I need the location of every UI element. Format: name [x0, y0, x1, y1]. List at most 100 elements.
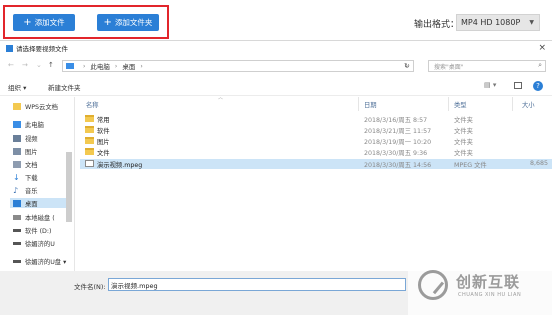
sort-ascending-icon: ︿: [218, 95, 224, 101]
column-header-name[interactable]: 名称: [86, 100, 99, 109]
breadcrumb-desktop[interactable]: 桌面: [122, 61, 135, 71]
file-name: 软件: [97, 128, 110, 135]
search-input[interactable]: 搜索"桌面" ⌕: [428, 60, 546, 72]
add-folder-button[interactable]: + 添加文件夹: [97, 14, 159, 31]
sidebar-item-pictures[interactable]: 图片: [13, 146, 38, 156]
column-header-type[interactable]: 类型: [454, 100, 467, 109]
up-arrow-icon[interactable]: ↑: [48, 61, 54, 69]
close-icon[interactable]: ×: [538, 43, 546, 53]
sidebar-item-music[interactable]: ♪ 音乐: [13, 185, 38, 195]
app-toolbar: + 添加文件 + 添加文件夹 输出格式： MP4 HD 1080P ▼: [0, 0, 552, 40]
sidebar-item-usb-2[interactable]: 徐媚济的U盘 ▾: [13, 256, 66, 266]
table-row[interactable]: 软件 2018/3/21/周三 11:57 文件夹: [80, 125, 552, 135]
download-icon: ↓: [13, 172, 20, 182]
drive-icon: [13, 228, 21, 232]
address-bar[interactable]: › 此电脑 › 桌面 › ⌄: [62, 60, 414, 72]
chevron-right-icon: ›: [140, 62, 143, 70]
chevron-right-icon: ›: [83, 62, 86, 70]
file-type: MPEG 文件: [454, 162, 487, 169]
sidebar-scrollbar[interactable]: [66, 152, 72, 222]
usb-icon: [13, 241, 21, 245]
sidebar-item-label: 软件 (D:): [25, 227, 52, 235]
sidebar-item-label: 文档: [25, 161, 38, 169]
table-row-selected[interactable]: 演示视频.mpeg 2018/3/30/周五 14:56 MPEG 文件 8,6…: [80, 159, 552, 169]
dialog-app-icon: [6, 44, 13, 52]
video-file-icon: [85, 160, 94, 167]
add-folder-label: 添加文件夹: [114, 18, 153, 27]
sidebar-item-software-drive[interactable]: 软件 (D:): [13, 225, 51, 235]
desktop-icon: [13, 199, 21, 207]
table-row[interactable]: 图片 2018/3/19/周一 10:20 文件夹: [80, 136, 552, 146]
usb-icon: [13, 259, 21, 263]
column-divider[interactable]: [358, 97, 359, 111]
sidebar-item-label: 下载: [25, 174, 38, 182]
sidebar-item-usb-1[interactable]: 徐媚济的U: [13, 238, 55, 248]
file-list: ︿ 名称 日期 类型 大小 常用 2018/3/16/周五 8:57 文件夹 软…: [80, 95, 552, 271]
sidebar-item-this-pc[interactable]: 此电脑: [13, 119, 44, 129]
dialog-command-bar: 组织 ▾ 新建文件夹 ▤ ▾ ?: [0, 78, 552, 96]
file-name: 常用: [97, 117, 110, 124]
sidebar-item-label: 视频: [25, 135, 38, 143]
file-name: 图片: [97, 139, 110, 146]
output-format-select[interactable]: MP4 HD 1080P ▼: [456, 14, 540, 31]
folder-icon: [13, 102, 21, 110]
sidebar-item-desktop[interactable]: 桌面: [10, 198, 70, 208]
table-row[interactable]: 常用 2018/3/16/周五 8:57 文件夹: [80, 114, 552, 124]
file-type: 文件夹: [454, 117, 473, 124]
sidebar-item-label: 此电脑: [25, 121, 44, 129]
column-divider[interactable]: [448, 97, 449, 111]
folder-icon: [85, 126, 94, 133]
sidebar-item-label: 图片: [25, 148, 38, 156]
forward-arrow-icon[interactable]: →: [22, 61, 28, 69]
watermark-text: 创新互联: [456, 273, 521, 291]
file-date: 2018/3/16/周五 8:57: [364, 117, 428, 124]
music-icon: ♪: [13, 185, 19, 195]
sidebar-item-label: 桌面: [25, 200, 38, 208]
filename-field[interactable]: 演示视频.mpeg: [108, 278, 406, 291]
dialog-title-bar: 请选择要视频文件 ×: [0, 41, 552, 55]
sidebar-item-videos[interactable]: 视频: [13, 133, 38, 143]
folder-icon: [85, 115, 94, 122]
file-type: 文件夹: [454, 139, 473, 146]
watermark-logo: 创新互联 CHUANG XIN HU LIAN: [418, 268, 548, 304]
plus-icon: +: [103, 16, 112, 28]
sidebar-item-label: 徐媚济的U: [25, 240, 55, 248]
file-type: 文件夹: [454, 150, 473, 157]
drive-icon: [13, 214, 21, 220]
file-date: 2018/3/30/周五 9:36: [364, 150, 428, 157]
dialog-title: 请选择要视频文件: [16, 45, 68, 53]
back-arrow-icon[interactable]: ←: [8, 61, 14, 69]
sidebar-item-wps-cloud[interactable]: WPS云文档: [13, 101, 58, 111]
sidebar-item-label: WPS云文档: [25, 103, 58, 111]
file-date: 2018/3/19/周一 10:20: [364, 139, 432, 146]
recent-dropdown-icon[interactable]: ⌄: [36, 61, 42, 69]
file-name: 演示视频.mpeg: [97, 162, 143, 169]
sidebar-item-downloads[interactable]: ↓ 下载: [13, 172, 38, 182]
breadcrumb-this-pc[interactable]: 此电脑: [90, 61, 110, 71]
column-divider[interactable]: [512, 97, 513, 111]
chevron-right-icon: ›: [114, 62, 118, 70]
file-name: 文件: [97, 150, 110, 157]
add-file-button[interactable]: + 添加文件: [13, 14, 75, 31]
navigation-pane: WPS云文档 此电脑 视频 图片 文档 ↓ 下载 ♪ 音乐 桌面 本地磁盘 (…: [0, 97, 75, 271]
organize-button[interactable]: 组织 ▾: [8, 82, 26, 92]
sidebar-item-local-disk[interactable]: 本地磁盘 (: [13, 212, 55, 222]
refresh-icon[interactable]: ↻: [404, 62, 410, 70]
table-row[interactable]: 文件 2018/3/30/周五 9:36 文件夹: [80, 147, 552, 157]
file-date: 2018/3/21/周三 11:57: [364, 128, 432, 135]
new-folder-button[interactable]: 新建文件夹: [48, 82, 81, 92]
computer-icon: [13, 120, 21, 128]
search-placeholder: 搜索"桌面": [434, 63, 464, 71]
help-icon[interactable]: ?: [533, 81, 543, 91]
plus-icon: +: [23, 16, 32, 28]
view-options-icon[interactable]: ▤ ▾: [484, 81, 496, 89]
preview-pane-icon[interactable]: [514, 82, 522, 89]
address-row: ← → ⌄ ↑ › 此电脑 › 桌面 › ⌄ ↻ 搜索"桌面" ⌕: [0, 58, 552, 74]
column-header-date[interactable]: 日期: [364, 100, 377, 109]
column-header-size[interactable]: 大小: [522, 100, 535, 109]
file-size: 8,685: [530, 160, 549, 167]
filename-label: 文件名(N):: [74, 283, 106, 291]
picture-library-icon: [13, 147, 21, 155]
sidebar-item-documents[interactable]: 文档: [13, 159, 38, 169]
sidebar-item-label: 音乐: [25, 187, 38, 195]
